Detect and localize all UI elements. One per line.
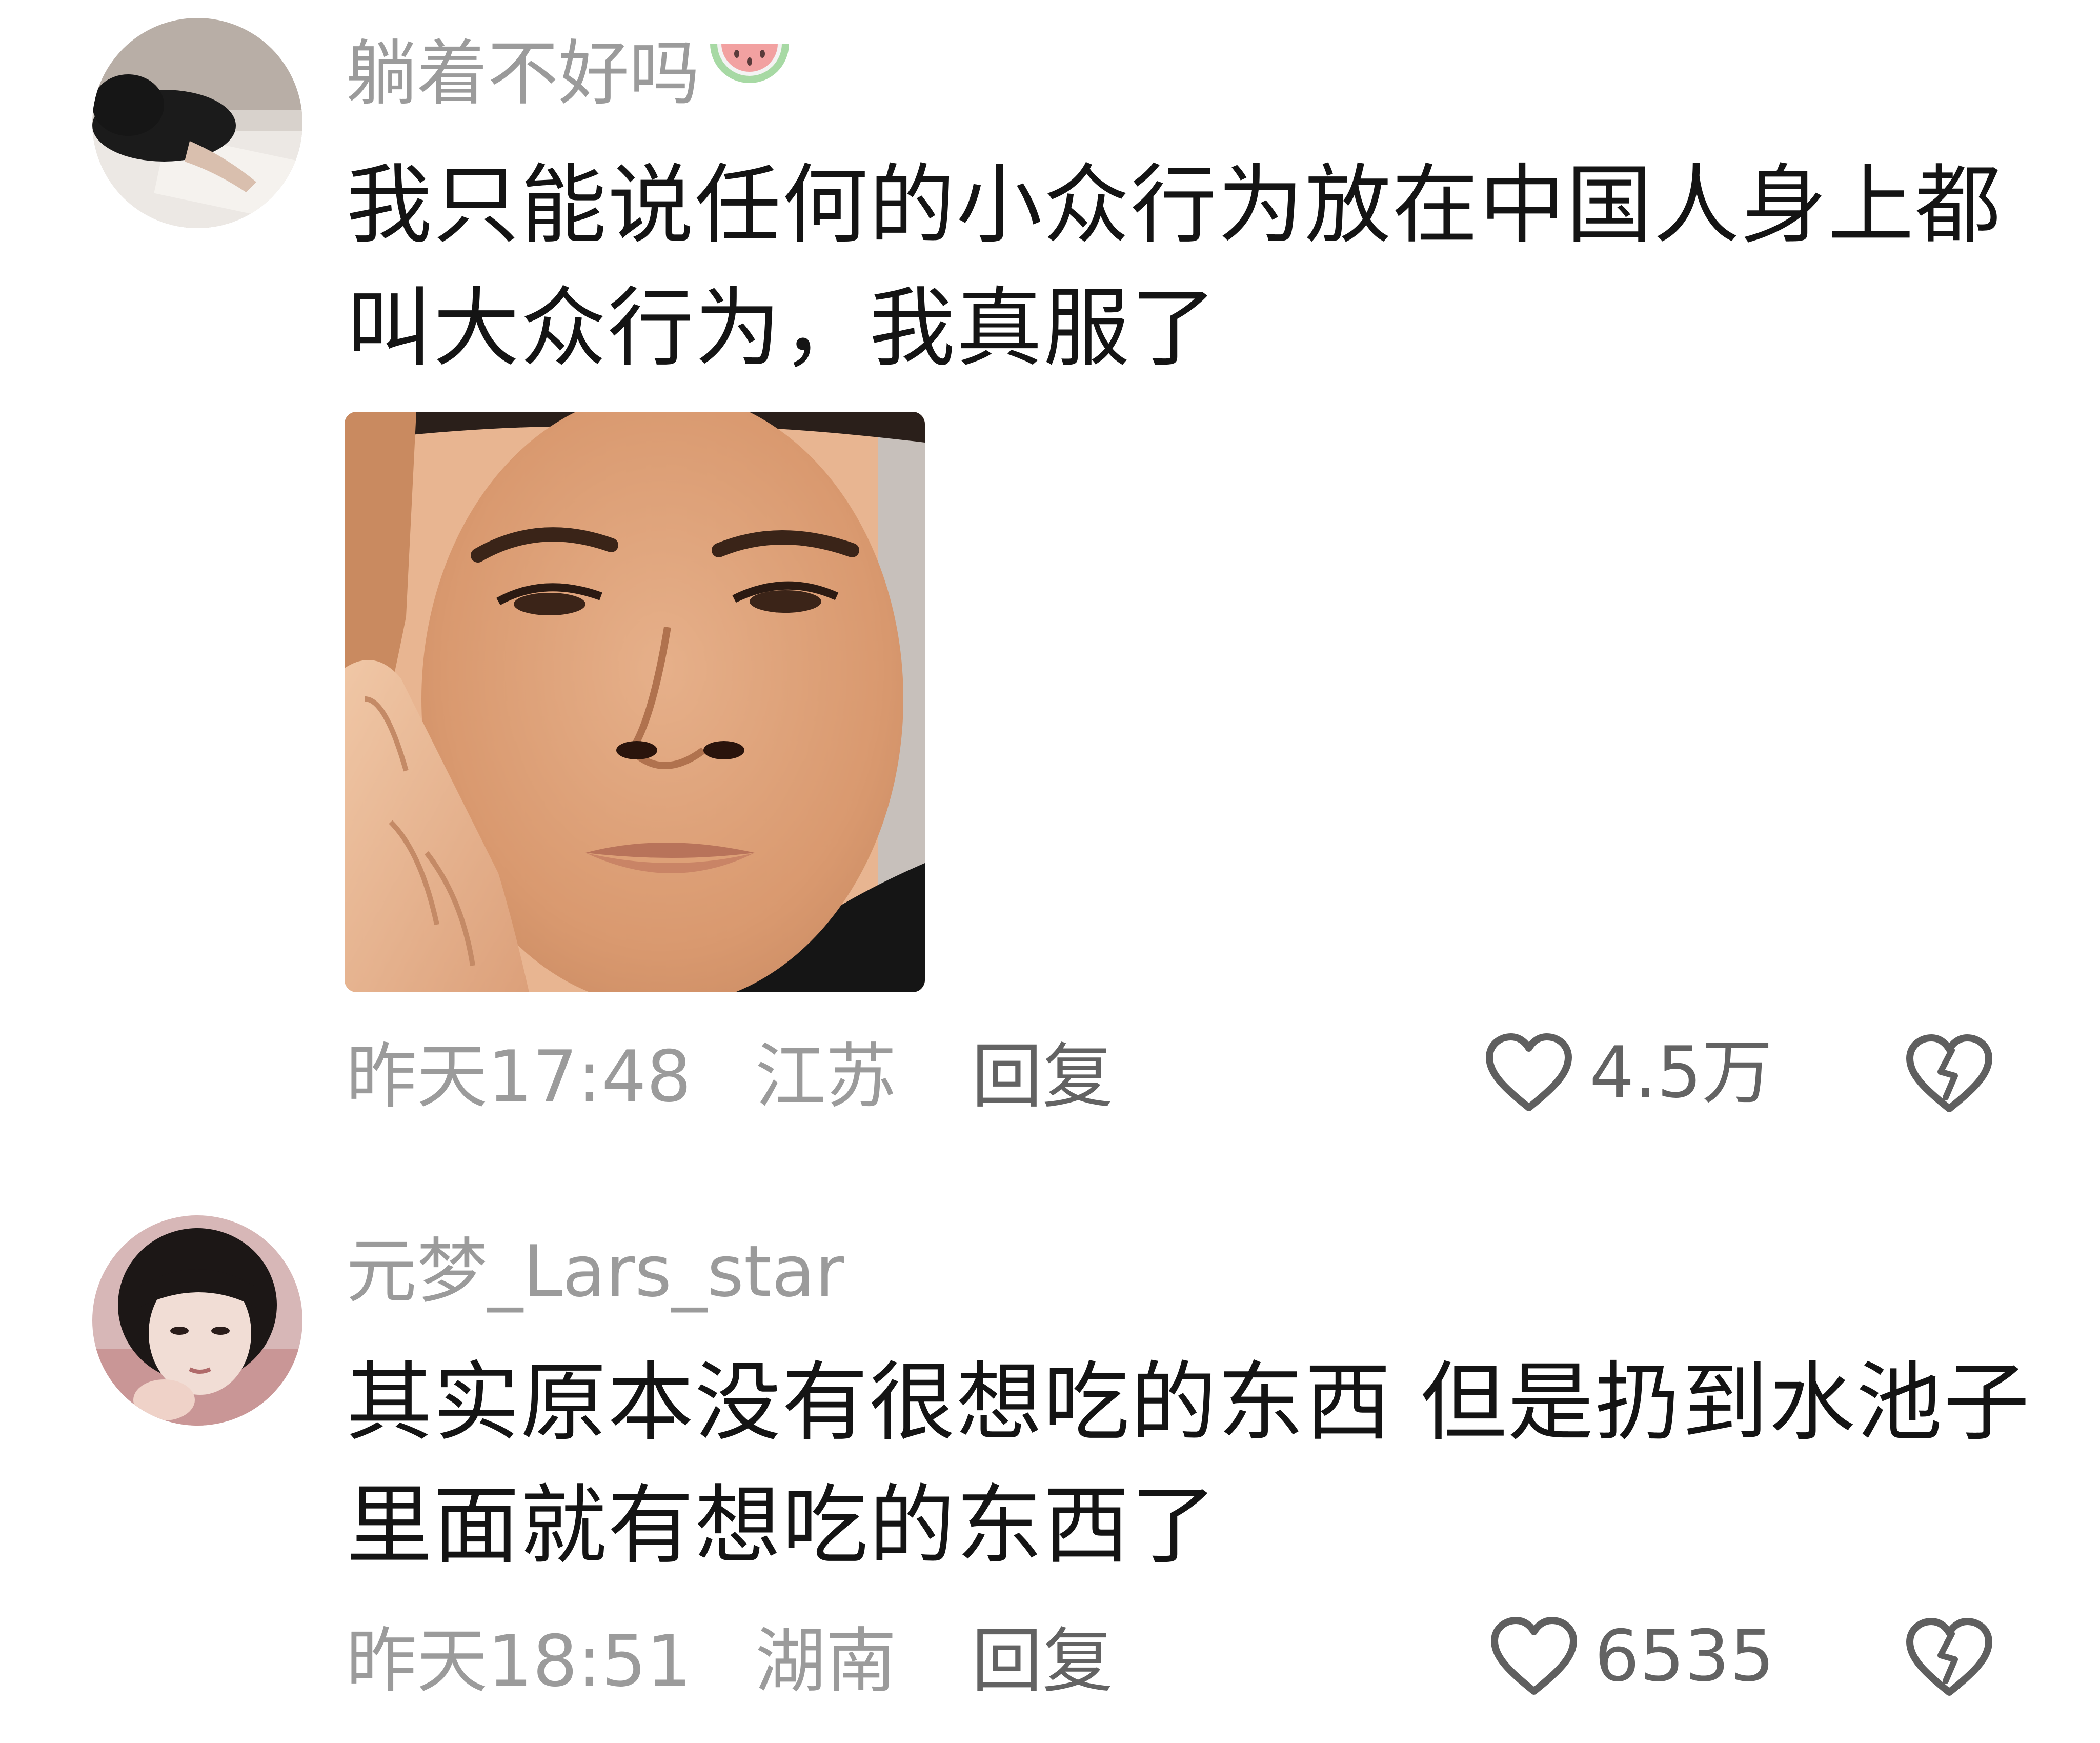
comment-text: 我只能说任何的小众行为放在中国人身上都叫大众行为，我真服了: [346, 155, 2002, 378]
comment-text: 其实原本没有很想吃的东西 但是扔到水池子里面就有想吃的东西了: [346, 1352, 2031, 1576]
avatar[interactable]: [92, 1215, 302, 1426]
dislike-button[interactable]: [1905, 1614, 1994, 1701]
avatar-photo: [92, 1215, 302, 1426]
avatar-photo: [92, 18, 302, 228]
thinking-face-sticker[interactable]: [345, 412, 925, 992]
reply-button[interactable]: 回复: [972, 1623, 1113, 1700]
timestamp: 昨天18:51: [346, 1620, 692, 1702]
username-text: 躺着不好吗: [346, 32, 700, 115]
heart-outline-icon: [1484, 1032, 1574, 1114]
timestamp: 昨天17:48: [346, 1035, 692, 1118]
sticker-image: [345, 412, 925, 992]
like-count: 4.5万: [1589, 1031, 1773, 1114]
username[interactable]: 躺着不好吗: [346, 33, 793, 114]
dislike-button[interactable]: [1905, 1031, 1994, 1117]
reply-button[interactable]: 回复: [972, 1038, 1113, 1115]
like-button[interactable]: 6535: [1489, 1615, 1774, 1697]
username[interactable]: 元梦_Lars_star: [346, 1233, 844, 1310]
location: 湖南: [755, 1620, 897, 1702]
like-button[interactable]: 4.5万: [1484, 1032, 1772, 1114]
avatar[interactable]: [92, 18, 302, 228]
broken-heart-icon: [1905, 1034, 1994, 1117]
watermelon-icon: [706, 33, 793, 114]
location: 江苏: [755, 1035, 897, 1118]
comment-meta: 昨天18:51 湖南: [346, 1623, 897, 1700]
like-count: 6535: [1594, 1615, 1775, 1697]
broken-heart-icon: [1905, 1618, 1994, 1701]
comment-meta: 昨天17:48 江苏: [346, 1038, 897, 1115]
heart-outline-icon: [1489, 1615, 1579, 1697]
username-text: 元梦_Lars_star: [346, 1230, 844, 1313]
